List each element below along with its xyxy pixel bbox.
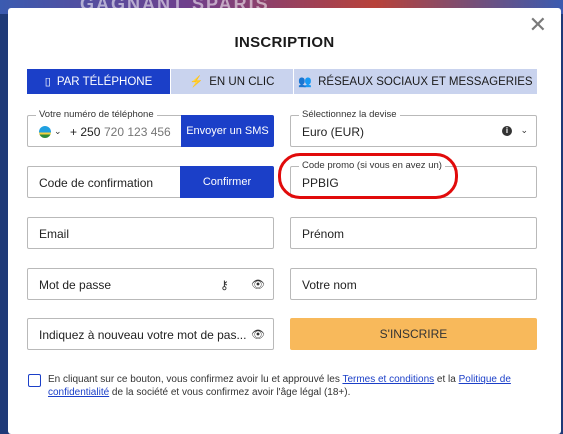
phone-field: Votre numéro de téléphone ⌄ + 250 Envoye…	[27, 109, 274, 147]
tab-social-networks-label: RÉSEAUX SOCIAUX ET MESSAGERIES	[318, 75, 533, 88]
lightning-icon: ⚡	[189, 76, 204, 88]
password-placeholder: Mot de passe	[39, 278, 112, 292]
consent-text: En cliquant sur ce bouton, vous confirme…	[48, 373, 518, 399]
tab-social-networks[interactable]: 👥 RÉSEAUX SOCIAUX ET MESSAGERIES	[294, 69, 537, 94]
password-confirm-field[interactable]: Indiquez à nouveau votre mot de pas... 👁	[27, 318, 274, 350]
promo-highlight-circle	[278, 153, 458, 199]
phone-label: Votre numéro de téléphone	[36, 109, 157, 120]
registration-tabs: ▯ PAR TÉLÉPHONE ⚡ EN UN CLIC 👥 RÉSEAUX S…	[27, 69, 537, 94]
register-button[interactable]: S'INSCRIRE	[290, 318, 537, 350]
consent-text-after: de la société et vous confirmez avoir l'…	[109, 387, 351, 398]
email-field[interactable]: Email	[27, 217, 274, 249]
confirmation-code-placeholder: Code de confirmation	[39, 176, 154, 190]
password-confirm-placeholder: Indiquez à nouveau votre mot de pas...	[39, 328, 247, 342]
eye-slash-icon[interactable]: 👁	[251, 278, 265, 291]
key-icon[interactable]: ⚷	[220, 278, 229, 292]
phone-prefix: + 250	[70, 125, 101, 139]
chevron-down-icon[interactable]: ⌄	[520, 125, 528, 136]
password-field[interactable]: Mot de passe ⚷ 👁	[27, 268, 274, 300]
last-name-field[interactable]: Votre nom	[290, 268, 537, 300]
consent-text-before: En cliquant sur ce bouton, vous confirme…	[48, 374, 343, 385]
phone-input[interactable]	[104, 123, 180, 141]
chevron-down-icon[interactable]: ⌄	[54, 126, 62, 137]
currency-label: Sélectionnez la devise	[299, 109, 400, 120]
mobile-phone-icon: ▯	[44, 76, 51, 88]
terms-link[interactable]: Termes et conditions	[342, 374, 434, 385]
send-sms-button[interactable]: Envoyer un SMS	[181, 115, 274, 147]
currency-value: Euro (EUR)	[302, 125, 365, 139]
first-name-placeholder: Prénom	[302, 227, 345, 241]
tab-by-phone[interactable]: ▯ PAR TÉLÉPHONE	[27, 69, 171, 94]
users-icon: 👥	[298, 76, 313, 88]
confirmation-code-field[interactable]: Code de confirmation Confirmer	[27, 166, 274, 198]
currency-select[interactable]: Sélectionnez la devise Euro (EUR) i ⌄	[290, 109, 537, 147]
first-name-field[interactable]: Prénom	[290, 217, 537, 249]
info-icon[interactable]: i	[502, 126, 512, 136]
last-name-placeholder: Votre nom	[302, 278, 357, 292]
confirm-button[interactable]: Confirmer	[180, 166, 274, 198]
rwanda-flag-icon[interactable]	[39, 126, 51, 138]
modal-title: INSCRIPTION	[234, 34, 335, 51]
eye-slash-icon[interactable]: 👁	[251, 328, 265, 341]
tab-by-phone-label: PAR TÉLÉPHONE	[56, 75, 153, 88]
tab-one-click-label: EN UN CLIC	[209, 75, 275, 88]
close-icon[interactable]: ✕	[529, 14, 547, 36]
consent-checkbox[interactable]	[28, 374, 41, 387]
email-placeholder: Email	[39, 227, 70, 241]
tab-one-click[interactable]: ⚡ EN UN CLIC	[171, 69, 294, 94]
registration-modal: ✕ INSCRIPTION ▯ PAR TÉLÉPHONE ⚡ EN UN CL…	[8, 8, 561, 434]
consent-text-middle: et la	[434, 374, 459, 385]
